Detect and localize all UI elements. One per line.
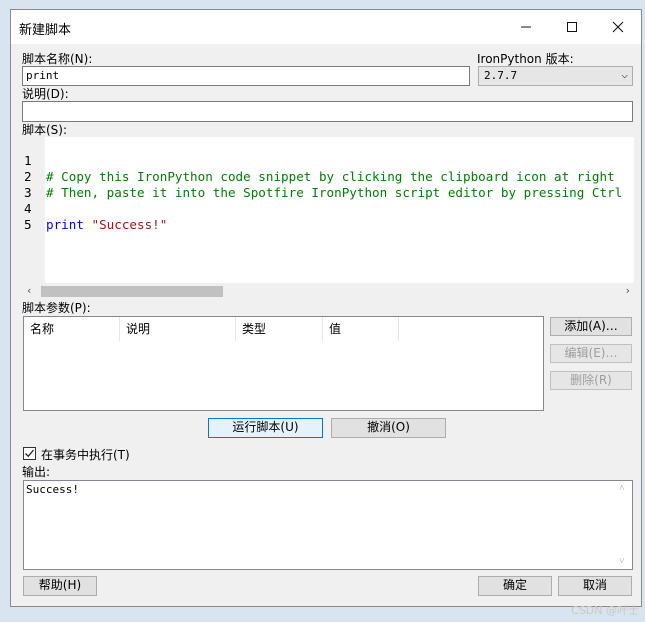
execute-in-transaction-label: 在事务中执行(T) [41,448,130,462]
code-line: 2 # Then, paste it into the Spotfire Iro… [23,153,622,200]
minimize-icon [521,26,531,28]
scroll-left-icon[interactable]: ‹ [27,283,31,299]
scrollbar-thumb[interactable] [41,286,223,297]
line-number: 5 [24,217,32,232]
maximize-icon [567,22,577,32]
script-parameters-list[interactable]: 名称 说明 类型 值 [23,316,544,411]
editor-horizontal-scrollbar[interactable]: ‹ › [23,283,634,299]
ironpython-version-label: IronPython 版本: [477,52,574,66]
title-bar: 新建脚本 [11,10,641,44]
code-line: 4 print "Success!" [23,185,167,232]
column-header-description[interactable]: 说明 [120,317,236,341]
new-script-dialog: 新建脚本 脚本名称(N): print IronPython 版本: 2.7.7… [10,9,642,607]
window-title: 新建脚本 [19,23,72,38]
description-label: 说明(D): [22,87,69,101]
edit-parameter-button[interactable]: 编辑(E)… [550,344,632,363]
output-text: Success! [26,483,79,496]
version-value: 2.7.7 [484,69,518,82]
minimize-button[interactable] [503,10,549,44]
cancel-button[interactable]: 取消 [558,576,632,596]
output-label: 输出: [22,465,51,479]
script-parameters-label: 脚本参数(P): [22,301,91,315]
scroll-down-icon[interactable]: ˅ [619,556,625,567]
code-line: 1 # Copy this IronPython code snippet by… [23,137,615,184]
execute-in-transaction-checkbox[interactable] [23,447,36,460]
watermark: CSDN @叶士 [571,604,639,617]
close-button[interactable] [595,10,641,44]
column-header-type[interactable]: 类型 [236,317,323,341]
run-script-button[interactable]: 运行脚本(U) [208,418,323,438]
output-vertical-scrollbar[interactable]: ˄ ˅ [616,481,632,569]
code-comment: # Copy this IronPython code snippet by c… [46,169,615,184]
undo-button[interactable]: 撤消(O) [331,418,446,438]
column-header-name[interactable]: 名称 [24,317,120,341]
script-name-input[interactable]: print [22,66,470,86]
code-comment: # Then, paste it into the Spotfire IronP… [46,185,623,200]
chevron-down-icon: ⌵ [621,68,628,81]
script-name-label: 脚本名称(N): [22,52,93,66]
code-line: 3 [23,169,69,200]
delete-parameter-button[interactable]: 删除(R) [550,371,632,390]
add-parameter-button[interactable]: 添加(A)… [550,317,632,336]
code-line: 5 [23,201,69,232]
ok-button[interactable]: 确定 [478,576,552,596]
scroll-right-icon[interactable]: › [626,283,630,299]
checkmark-icon [25,449,35,458]
output-box[interactable]: Success! ˄ ˅ [23,480,633,570]
code-string: "Success!" [91,217,168,232]
description-input[interactable] [22,101,633,122]
close-icon [612,21,624,33]
maximize-button[interactable] [549,10,595,44]
ironpython-version-select[interactable]: 2.7.7 ⌵ [478,66,633,86]
script-editor[interactable]: 1 # Copy this IronPython code snippet by… [23,137,634,299]
script-label: 脚本(S): [22,123,68,137]
help-button[interactable]: 帮助(H) [23,576,97,596]
column-header-value[interactable]: 值 [323,317,399,341]
scroll-up-icon[interactable]: ˄ [619,483,625,494]
